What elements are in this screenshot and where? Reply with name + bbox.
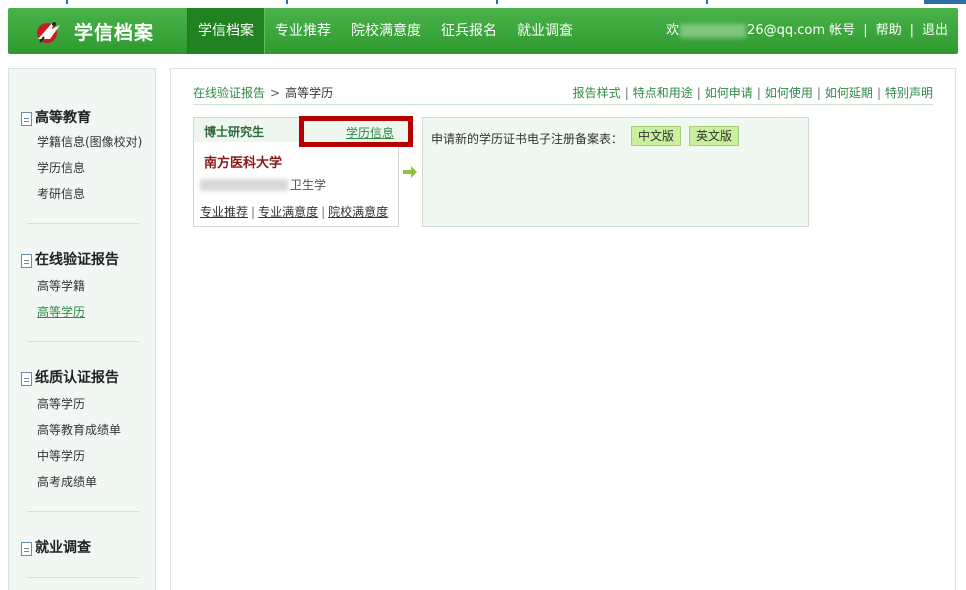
special-statement-link[interactable]: 特别声明	[885, 86, 933, 100]
top-strip	[0, 0, 966, 6]
right-arrow-icon	[403, 166, 417, 178]
sidebar-item-transcript[interactable]: 高等教育成绩单	[37, 421, 121, 438]
breadcrumb-parent-link[interactable]: 在线验证报告	[193, 86, 265, 100]
account-link[interactable]: 帐号	[829, 8, 855, 54]
logo[interactable]: 学信档案	[32, 15, 154, 47]
sidebar-item-postgrad-exam[interactable]: 考研信息	[37, 185, 85, 202]
major-satisfaction-link[interactable]: 专业满意度	[258, 205, 318, 219]
strip-tick	[286, 0, 288, 4]
card-links: 专业推荐 | 专业满意度 | 院校满意度	[200, 203, 388, 220]
sidebar-item-paper-higher-education[interactable]: 高等学历	[37, 395, 85, 412]
logout-link[interactable]: 退出	[922, 8, 948, 54]
document-icon	[21, 372, 32, 386]
site-header: 学信档案 学信档案 专业推荐 院校满意度 征兵报名 就业调查 欢 26@qq.c…	[8, 8, 958, 54]
english-version-button[interactable]: 英文版	[689, 126, 740, 146]
breadcrumb-separator: >	[270, 86, 281, 100]
main-nav: 学信档案 专业推荐 院校满意度 征兵报名 就业调查	[187, 8, 583, 54]
registration-box: 申请新的学历证书电子注册备案表： 中文版 英文版	[422, 117, 809, 227]
breadcrumb: 在线验证报告 > 高等学历	[193, 84, 333, 101]
sidebar: 高等教育 学籍信息(图像校对) 学历信息 考研信息 在线验证报告 高等学籍 高等…	[8, 68, 156, 590]
logo-text: 学信档案	[74, 21, 155, 44]
registration-label: 申请新的学历证书电子注册备案表：	[431, 132, 624, 146]
major-name: 卫生学	[200, 176, 326, 193]
sidebar-section-title: 高等教育	[35, 110, 91, 126]
major-suffix: 卫生学	[290, 178, 327, 192]
help-link[interactable]: 帮助	[876, 8, 902, 54]
user-bar: 欢 26@qq.com 帐号 | 帮助 | 退出	[666, 8, 948, 54]
nav-item-employment-survey[interactable]: 就业调查	[507, 8, 583, 54]
sidebar-divider	[27, 341, 139, 342]
strip-corner	[924, 0, 966, 4]
sidebar-section-title: 纸质认证报告	[35, 370, 119, 386]
chinese-version-button[interactable]: 中文版	[631, 126, 682, 146]
education-info-link[interactable]: 学历信息	[346, 124, 394, 141]
how-to-use-link[interactable]: 如何使用	[765, 86, 813, 100]
report-links: 报告样式 | 特点和用途 | 如何申请 | 如何使用 | 如何延期 | 特别声明	[573, 84, 933, 101]
sidebar-section-paper-report: 纸质认证报告	[21, 367, 119, 387]
sidebar-section-higher-education: 高等教育	[21, 107, 91, 127]
features-link[interactable]: 特点和用途	[633, 86, 693, 100]
separator: |	[863, 23, 868, 38]
strip-tick	[66, 0, 68, 4]
school-satisfaction-link[interactable]: 院校满意度	[328, 205, 388, 219]
report-style-link[interactable]: 报告样式	[573, 86, 621, 100]
sidebar-item-higher-status[interactable]: 高等学籍	[37, 277, 85, 294]
main-panel: 在线验证报告 > 高等学历 报告样式 | 特点和用途 | 如何申请 | 如何使用 | 如何延期 | 特别…	[170, 68, 956, 590]
separator: |	[696, 86, 701, 100]
nav-item-enlistment[interactable]: 征兵报名	[431, 8, 507, 54]
document-icon	[21, 112, 32, 126]
separator: |	[251, 205, 256, 219]
sidebar-divider	[27, 511, 139, 512]
sidebar-item-secondary-education[interactable]: 中等学历	[37, 447, 85, 464]
welcome-prefix: 欢	[666, 23, 680, 38]
separator: |	[756, 86, 761, 100]
sidebar-item-education-info[interactable]: 学历信息	[37, 159, 85, 176]
education-card: 博士研究生 学历信息 南方医科大学 卫生学 专业推荐 | 专业满意度 | 院校满意度	[193, 116, 413, 227]
sidebar-section-online-report: 在线验证报告	[21, 249, 119, 269]
sidebar-item-higher-education[interactable]: 高等学历	[37, 303, 85, 320]
document-icon	[21, 542, 32, 556]
separator: |	[876, 86, 881, 100]
major-recommend-link[interactable]: 专业推荐	[200, 205, 248, 219]
separator: |	[909, 23, 914, 38]
separator: |	[321, 205, 326, 219]
redacted-major	[200, 178, 288, 191]
education-info-link-highlight[interactable]: 学历信息	[299, 116, 413, 147]
school-name: 南方医科大学	[204, 156, 283, 171]
sidebar-section-employment[interactable]: 就业调查	[21, 537, 91, 557]
document-icon	[21, 254, 32, 268]
nav-item-xuexin-dangan[interactable]: 学信档案	[187, 8, 265, 54]
breadcrumb-current: 高等学历	[285, 86, 334, 100]
strip-tick	[706, 0, 708, 4]
how-to-apply-link[interactable]: 如何申请	[705, 86, 753, 100]
sidebar-divider	[27, 577, 139, 578]
sidebar-section-title: 在线验证报告	[35, 252, 119, 268]
user-email: 26@qq.com	[747, 23, 826, 38]
logo-bird-icon	[32, 15, 64, 47]
degree-level: 博士研究生	[204, 125, 265, 139]
nav-item-school-satisfaction[interactable]: 院校满意度	[341, 8, 431, 54]
separator: |	[816, 86, 821, 100]
separator: |	[624, 86, 629, 100]
strip-tick	[496, 0, 498, 4]
sidebar-item-gaokao-scores[interactable]: 高考成绩单	[37, 473, 97, 490]
how-to-extend-link[interactable]: 如何延期	[825, 86, 873, 100]
redacted-email	[680, 24, 747, 38]
header-divider	[193, 104, 933, 105]
sidebar-item-student-status[interactable]: 学籍信息(图像校对)	[37, 133, 142, 150]
sidebar-section-title: 就业调查	[35, 540, 91, 556]
sidebar-divider	[27, 223, 139, 224]
nav-item-major-recommend[interactable]: 专业推荐	[265, 8, 341, 54]
